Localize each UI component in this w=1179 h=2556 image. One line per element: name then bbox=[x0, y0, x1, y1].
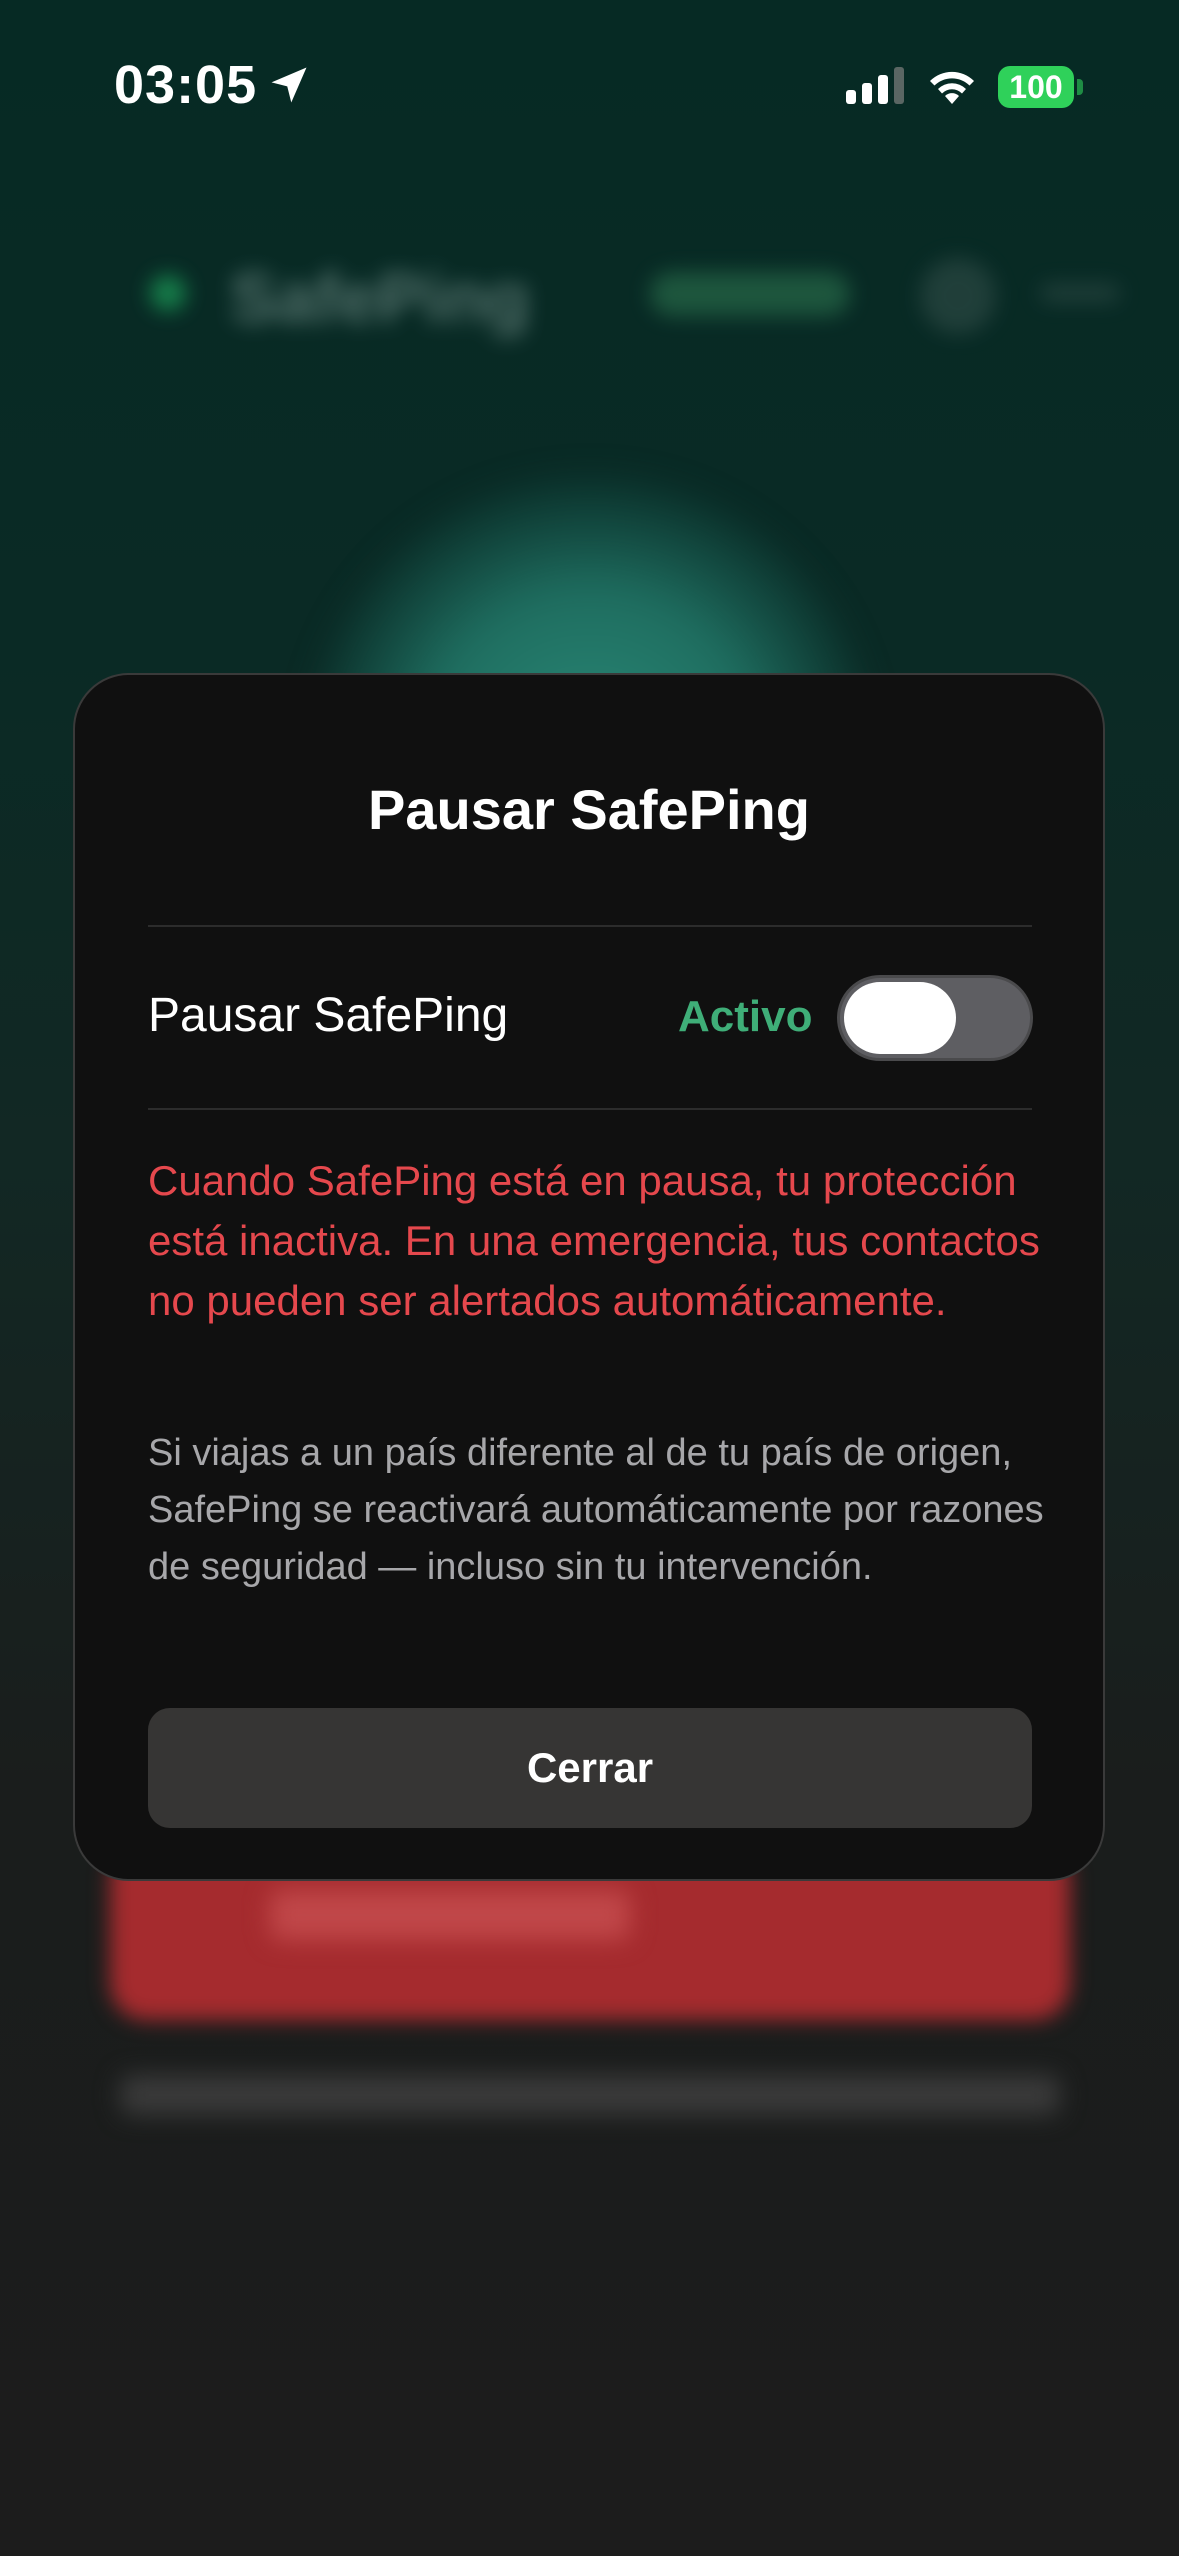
background-status-pill bbox=[650, 272, 850, 316]
app-logo-icon bbox=[150, 275, 186, 311]
status-time: 03:05 bbox=[114, 55, 258, 115]
background-header: SafePing bbox=[110, 240, 1120, 350]
background-app-name: SafePing bbox=[230, 259, 530, 337]
location-arrow-icon bbox=[271, 67, 307, 103]
warning-message: Cuando SafePing está en pausa, tu protec… bbox=[148, 1157, 1040, 1324]
toggle-knob bbox=[844, 982, 956, 1054]
dialog-title: Pausar SafePing bbox=[368, 778, 810, 841]
divider bbox=[148, 925, 1032, 927]
background-footer-text bbox=[120, 2075, 1060, 2115]
battery-level: 100 bbox=[998, 66, 1074, 108]
cellular-signal-icon bbox=[846, 67, 904, 104]
pause-dialog: Pausar SafePing Pausar SafePing Activo C… bbox=[73, 673, 1105, 1881]
close-button[interactable]: Cerrar bbox=[148, 1708, 1032, 1828]
background-more-icon bbox=[1040, 284, 1120, 302]
pause-toggle[interactable] bbox=[837, 975, 1033, 1061]
divider bbox=[148, 1108, 1032, 1110]
wifi-icon bbox=[930, 71, 974, 104]
pause-toggle-label: Pausar SafePing bbox=[148, 989, 509, 1042]
status-bar: 03:05 100 bbox=[0, 0, 1179, 170]
background-emergency-label bbox=[270, 1890, 630, 1940]
background-avatar bbox=[920, 258, 996, 334]
protection-status-text: Activo bbox=[678, 992, 813, 1041]
info-message: Si viajas a un país diferente al de tu p… bbox=[148, 1432, 1044, 1588]
battery-tip bbox=[1077, 79, 1083, 95]
battery-indicator: 100 bbox=[998, 66, 1084, 108]
